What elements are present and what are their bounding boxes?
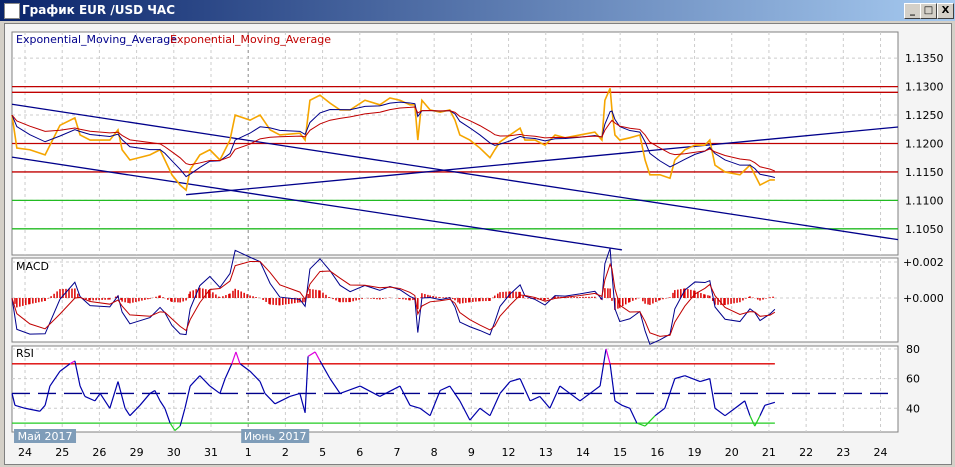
x-tick-label: 16	[650, 446, 664, 459]
rsi-axis-label: 60	[906, 373, 920, 386]
x-tick-label: 24	[18, 446, 32, 459]
rsi-axis-label: 80	[906, 343, 920, 356]
price-axis-label: 1.1300	[905, 81, 944, 94]
x-tick-label: 7	[393, 446, 400, 459]
x-tick-label: 21	[762, 446, 776, 459]
rsi-title: RSI	[16, 347, 34, 360]
x-tick-label: 30	[167, 446, 181, 459]
x-tick-label: 2	[282, 446, 289, 459]
month-label: Июнь 2017	[244, 430, 307, 443]
x-tick-label: 6	[356, 446, 363, 459]
x-tick-label: 9	[468, 446, 475, 459]
rsi-axis-label: 40	[906, 402, 920, 415]
x-tick-label: 1	[245, 446, 252, 459]
x-tick-label: 20	[725, 446, 739, 459]
x-tick-label: 8	[431, 446, 438, 459]
x-tick-label: 14	[576, 446, 590, 459]
x-tick-label: 29	[130, 446, 144, 459]
x-tick-label: 22	[799, 446, 813, 459]
macd-axis-label: +0.000	[903, 292, 944, 305]
price-axis-label: 1.1100	[905, 194, 944, 207]
eurusd-chart[interactable]: 24 25 26 29 30 31 1 2 5 6 7 8 9 12 13 14 15 16 19 20 21 22 23 2…	[0, 0, 955, 467]
macd-title: MACD	[16, 260, 49, 273]
x-tick-label: 26	[92, 446, 106, 459]
rsi-panel	[11, 345, 899, 433]
price-axis-label: 1.1350	[905, 52, 944, 65]
x-tick-label: 25	[55, 446, 69, 459]
month-label: Май 2017	[18, 430, 73, 443]
macd-axis-label: +0.002	[903, 256, 944, 269]
price-axis-label: 1.1050	[905, 223, 944, 236]
x-tick-label: 31	[204, 446, 218, 459]
price-axis-label: 1.1200	[905, 138, 944, 151]
price-axis-label: 1.1250	[905, 109, 944, 122]
x-tick-label: 23	[836, 446, 850, 459]
x-tick-label: 15	[613, 446, 627, 459]
x-tick-label: 13	[539, 446, 553, 459]
x-tick-label: 19	[688, 446, 702, 459]
x-tick-label: 24	[874, 446, 888, 459]
x-tick-label: 12	[502, 446, 516, 459]
legend-ema-fast: Exponential_Moving_Average	[16, 33, 177, 46]
legend-ema-slow: Exponential_Moving_Average	[170, 33, 331, 46]
price-axis-label: 1.1150	[905, 166, 944, 179]
x-tick-label: 5	[319, 446, 326, 459]
